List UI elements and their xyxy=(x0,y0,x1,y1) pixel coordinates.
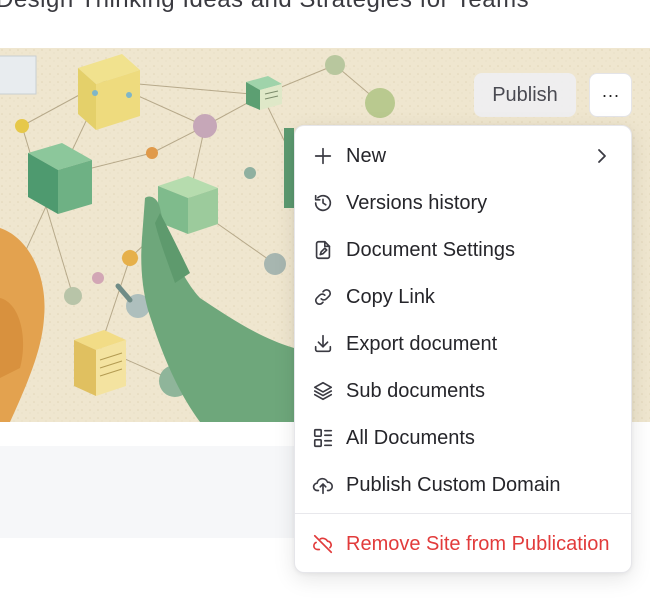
publish-button[interactable]: Publish xyxy=(474,73,576,117)
menu-item-export-document[interactable]: Export document xyxy=(295,321,631,367)
ellipsis-icon: ··· xyxy=(601,84,620,105)
menu-item-label: New xyxy=(346,144,387,167)
plus-icon xyxy=(311,144,335,168)
chevron-right-icon xyxy=(595,144,611,168)
link-icon xyxy=(311,285,335,309)
menu-item-label: Sub documents xyxy=(346,379,485,402)
menu-item-copy-link[interactable]: Copy Link xyxy=(295,274,631,320)
menu-item-new[interactable]: New xyxy=(295,133,631,179)
list-grid-icon xyxy=(311,426,335,450)
menu-item-all-documents[interactable]: All Documents xyxy=(295,415,631,461)
menu-item-versions-history[interactable]: Versions history xyxy=(295,180,631,226)
history-icon xyxy=(311,191,335,215)
menu-item-label: All Documents xyxy=(346,426,475,449)
document-actions-menu: New Versions history Document Settings C… xyxy=(294,125,632,573)
more-options-button[interactable]: ··· xyxy=(589,73,632,117)
menu-divider xyxy=(295,513,631,514)
document-title-cut: Design Thinking Ideas and Strategies for… xyxy=(0,0,529,14)
download-icon xyxy=(311,332,335,356)
menu-item-label: Document Settings xyxy=(346,238,515,261)
menu-item-label: Publish Custom Domain xyxy=(346,473,561,496)
layers-icon xyxy=(311,379,335,403)
menu-item-label: Export document xyxy=(346,332,498,355)
menu-item-publish-custom-domain[interactable]: Publish Custom Domain xyxy=(295,462,631,508)
menu-item-sub-documents[interactable]: Sub documents xyxy=(295,368,631,414)
menu-item-label: Remove Site from Publication xyxy=(346,532,610,555)
cloud-off-icon xyxy=(311,532,335,556)
document-settings-icon xyxy=(311,238,335,262)
cloud-upload-icon xyxy=(311,473,335,497)
menu-item-label: Copy Link xyxy=(346,285,435,308)
menu-item-document-settings[interactable]: Document Settings xyxy=(295,227,631,273)
page-header-strip: Design Thinking Ideas and Strategies for… xyxy=(0,0,650,48)
menu-item-label: Versions history xyxy=(346,191,488,214)
menu-item-remove-site[interactable]: Remove Site from Publication xyxy=(295,521,631,567)
content-placeholder-block xyxy=(0,446,300,538)
